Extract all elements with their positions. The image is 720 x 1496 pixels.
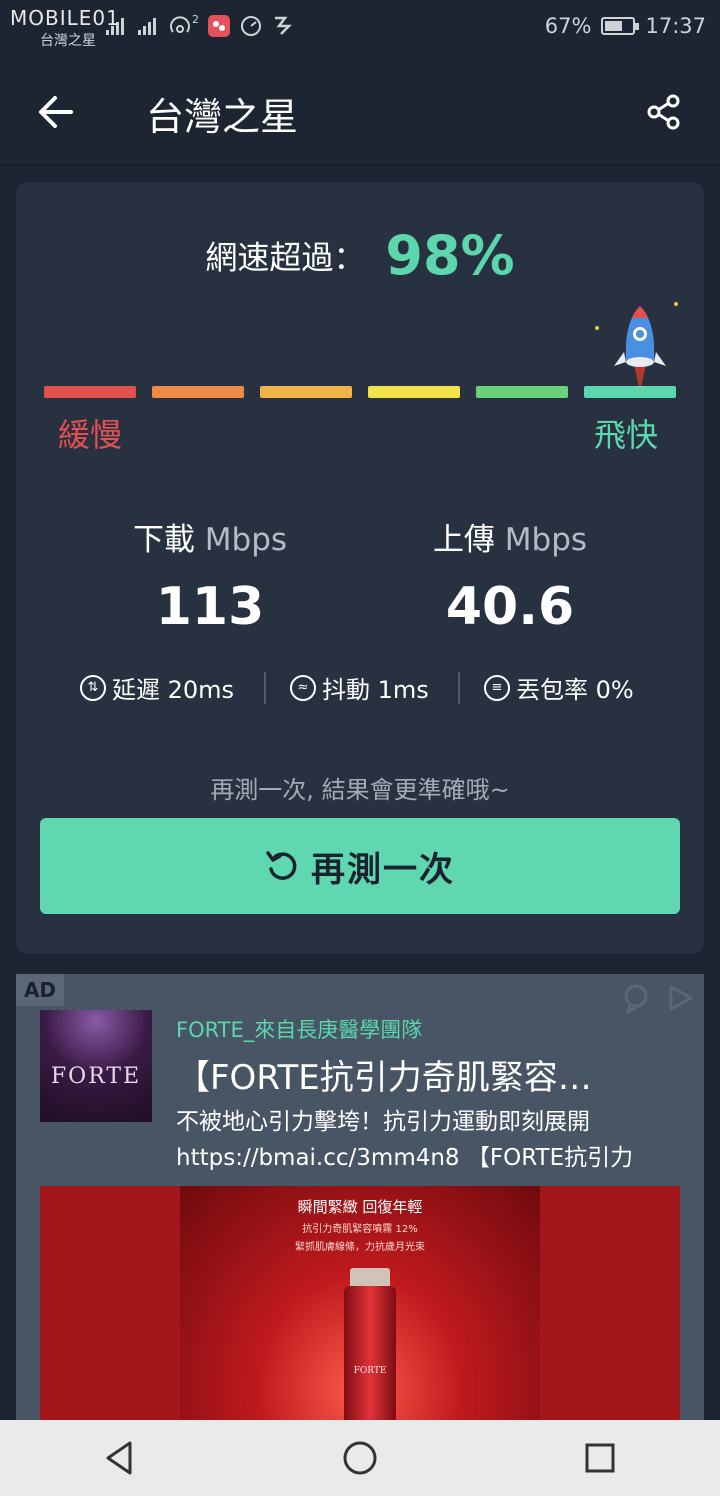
ad-image-right-panel <box>540 1186 680 1420</box>
download-unit: Mbps <box>204 522 288 558</box>
speed-scale-segment <box>368 386 460 398</box>
app-bar: 台灣之星 <box>0 56 720 166</box>
clock: 17:37 <box>645 14 706 38</box>
product-bottle: FORTE <box>344 1286 396 1420</box>
system-nav-bar <box>0 1420 720 1496</box>
ad-image-subtitle: 抗引力奇肌緊容噴霧 12% <box>302 1224 418 1235</box>
upload-value: 40.6 <box>445 577 575 637</box>
download-metric: 下載 Mbps 113 <box>60 514 360 637</box>
ad-title[interactable]: 【FORTE抗引力奇肌緊容… <box>176 1050 676 1099</box>
sync-icon <box>271 12 295 40</box>
latency-text: 延遲 20ms <box>112 676 235 704</box>
speed-result-card: 網速超過： 98% 緩慢 飛快 下載 Mbps 113 上傳 Mbps 40.6 … <box>16 182 704 954</box>
battery-fill <box>605 21 623 31</box>
signal-superscript: 2 <box>192 12 199 26</box>
stat-divider <box>264 672 266 704</box>
jitter-icon: ≈ <box>290 674 316 701</box>
speed-scale-segment <box>260 386 352 398</box>
status-icons: 2 <box>104 12 295 40</box>
download-value: 113 <box>155 577 265 637</box>
retest-hint: 再測一次, 結果會更準確哦~ <box>210 776 510 804</box>
back-button[interactable] <box>26 82 86 142</box>
speed-scale-segment <box>152 386 244 398</box>
nav-recents-button[interactable] <box>560 1428 640 1488</box>
ad-play-button[interactable] <box>664 982 696 1014</box>
latency-stat: ⇅ 延遲 20ms <box>80 670 234 705</box>
app-notification-icon <box>207 12 231 40</box>
headline-label: 網速超過： <box>205 238 366 277</box>
wifi-hotspot-icon <box>168 12 192 40</box>
battery-icon <box>601 17 640 35</box>
jitter-stat: ≈ 抖動 1ms <box>290 670 429 705</box>
ad-badge: AD <box>16 974 64 1006</box>
speed-scale-segment <box>584 386 676 398</box>
upload-metric: 上傳 Mbps 40.6 <box>360 514 660 637</box>
nav-home-button[interactable] <box>320 1428 400 1488</box>
scale-slow-label: 緩慢 <box>58 416 123 454</box>
ad-choice-icon <box>624 984 648 1013</box>
ad-image[interactable]: 瞬間緊緻 回復年輕 抗引力奇肌緊容噴霧 12% 緊抓肌膚線條，力抗歲月光束 FO… <box>40 1186 680 1420</box>
speed-headline: 網速超過： 98% <box>16 224 704 287</box>
ad-info-button[interactable] <box>620 982 652 1014</box>
download-label: 下載 <box>132 522 195 558</box>
ad-play-icon <box>669 985 693 1011</box>
ad-link[interactable]: https://bmai.cc/3mm4n8 【FORTE抗引力 <box>176 1138 696 1172</box>
refresh-icon <box>266 851 297 880</box>
latency-icon: ⇅ <box>80 674 106 701</box>
jitter-text: 抖動 1ms <box>322 676 429 704</box>
upload-label-row: 上傳 Mbps <box>360 514 660 559</box>
packet-loss-icon: ≡ <box>484 674 510 701</box>
scale-fast-label: 飛快 <box>594 416 659 454</box>
headline-percent: 98% <box>385 224 515 287</box>
ad-image-title: 瞬間緊緻 回復年輕 <box>297 1198 423 1216</box>
square-recents-icon <box>585 1443 615 1473</box>
arrow-left-icon <box>39 96 73 128</box>
ad-image-left-panel <box>40 1186 180 1420</box>
packet-loss-stat: ≡ 丟包率 0% <box>484 670 634 705</box>
share-icon <box>647 94 680 130</box>
carrier-name: 台灣之星 <box>40 33 96 49</box>
retest-label: 再測一次 <box>311 849 455 890</box>
page-title: 台灣之星 <box>146 95 299 139</box>
ad-image-tagline: 緊抓肌膚線條，力抗歲月光束 <box>295 1242 425 1253</box>
quality-stats: ⇅ 延遲 20ms ≈ 抖動 1ms ≡ 丟包率 0% <box>16 670 704 710</box>
triangle-back-icon <box>106 1441 132 1475</box>
ad-description: 不被地心引力擊垮！抗引力運動即刻展開 <box>176 1109 590 1135</box>
advertiser-logo: FORTE <box>40 1010 152 1122</box>
speed-scale-segment <box>44 386 136 398</box>
signal-icon <box>136 12 160 40</box>
rocket-icon <box>595 302 678 390</box>
signal-icon <box>104 12 128 40</box>
circle-home-icon <box>343 1441 377 1475</box>
ad-banner[interactable]: AD FORTE FORTE_來自長庚醫學團隊 【FORTE抗引力奇肌緊容… 不… <box>16 974 704 1420</box>
logo-text: FORTE <box>50 1063 142 1089</box>
ad-image-center: 瞬間緊緻 回復年輕 抗引力奇肌緊容噴霧 12% 緊抓肌膚線條，力抗歲月光束 FO… <box>180 1186 540 1420</box>
upload-label: 上傳 <box>432 522 495 558</box>
share-button[interactable] <box>634 82 694 142</box>
ad-brand[interactable]: FORTE_來自長庚醫學團隊 <box>176 1014 422 1044</box>
battery-percent: 67% <box>544 14 592 38</box>
nav-back-button[interactable] <box>80 1428 160 1488</box>
status-right: 67% 17:37 <box>545 14 706 38</box>
retest-button[interactable]: 再測一次 <box>40 818 680 914</box>
speedometer-icon <box>239 12 263 40</box>
bottle-label: FORTE <box>353 1366 387 1376</box>
download-label-row: 下載 Mbps <box>60 514 360 559</box>
upload-unit: Mbps <box>504 522 588 558</box>
speed-scale-segment <box>476 386 568 398</box>
stat-divider <box>458 672 460 704</box>
status-bar: MOBILE01 台灣之星 2 67% 17:37 <box>0 0 720 56</box>
packet-loss-text: 丟包率 0% <box>516 676 634 704</box>
